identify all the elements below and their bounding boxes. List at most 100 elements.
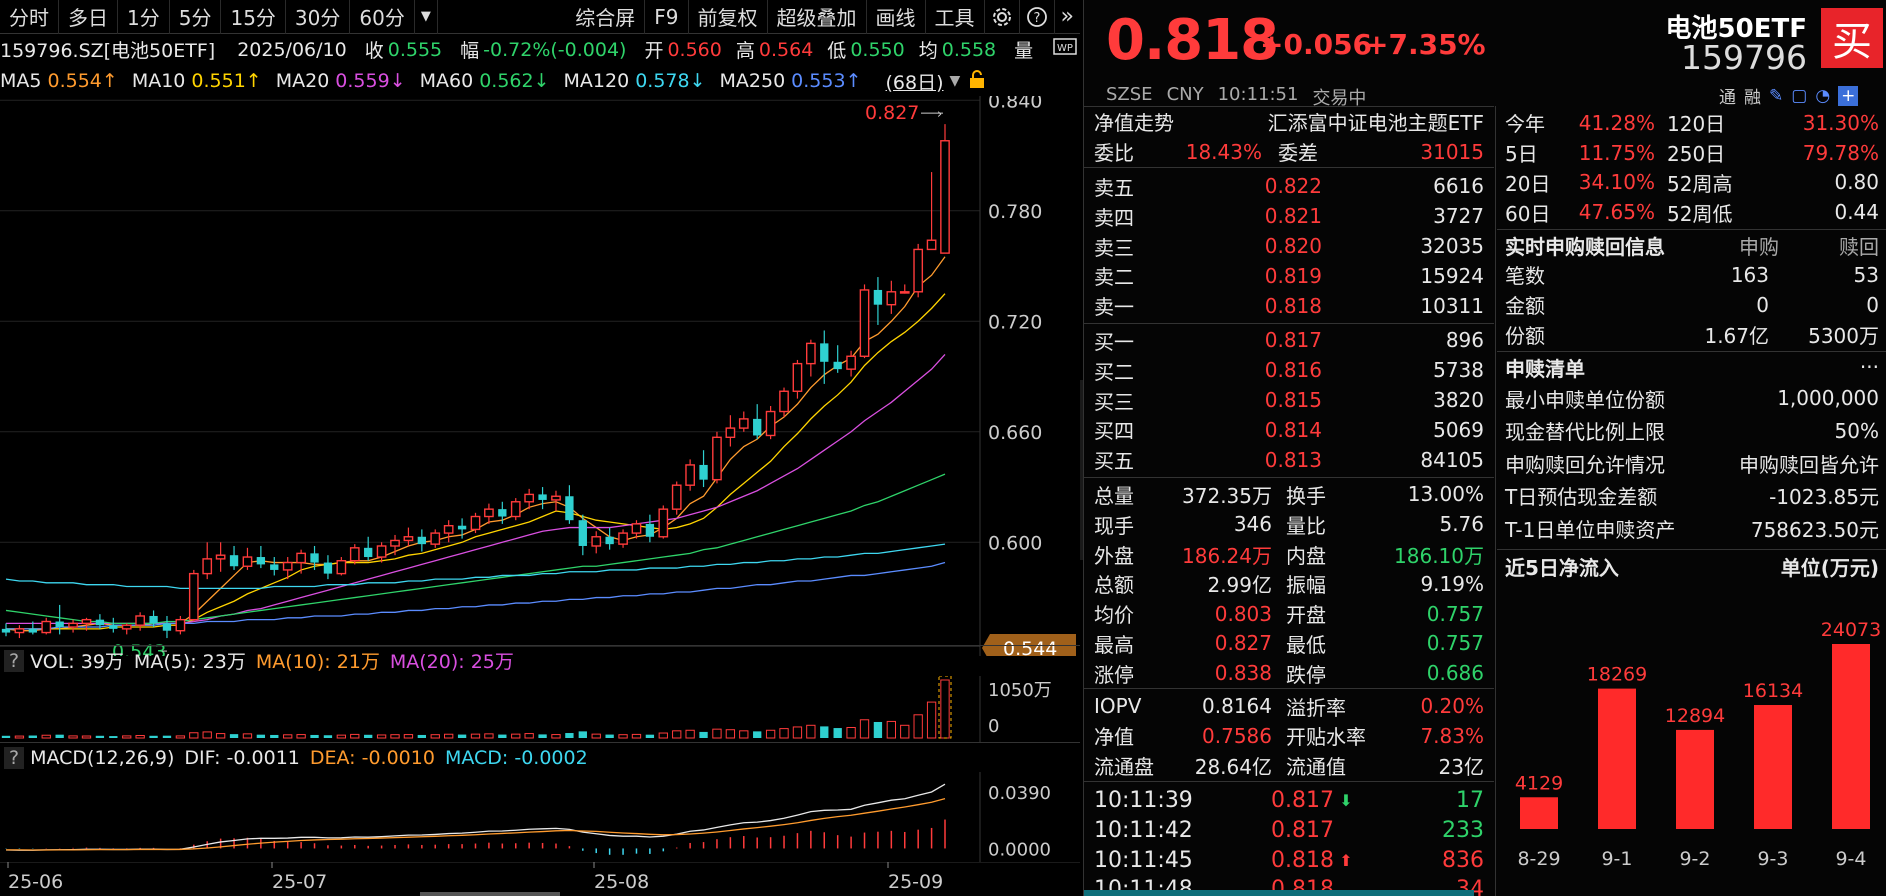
period-tab[interactable]: 分时: [0, 0, 59, 34]
order-level-row[interactable]: 卖一 0.818 10311: [1084, 291, 1494, 321]
inflow-unit: 单位(万元): [1780, 556, 1879, 581]
toolbar-action[interactable]: 综合屏: [566, 0, 646, 34]
candle-body: [417, 536, 427, 545]
tick-scrollbar[interactable]: [1084, 890, 1474, 896]
candle-body: [336, 560, 347, 575]
candle-body: [671, 484, 682, 510]
subscription-header: 实时申购赎回信息 申购 赎回: [1497, 230, 1886, 260]
stat-row: 最高 0.827 最低 0.757: [1084, 629, 1494, 659]
macd-chart[interactable]: 0.0390 0.0000: [0, 772, 1080, 862]
period-tab[interactable]: 多日: [59, 0, 118, 34]
toolbar-action[interactable]: 工具: [926, 0, 985, 34]
help-icon[interactable]: ?: [4, 746, 25, 769]
order-level-row[interactable]: 买四 0.814 5069: [1084, 415, 1494, 445]
period-dropdown-icon[interactable]: ▼: [950, 73, 961, 89]
order-level-row[interactable]: 卖二 0.819 15924: [1084, 261, 1494, 291]
candle-body: [282, 561, 293, 571]
volume-bar: [310, 734, 319, 738]
candle-body: [28, 628, 37, 633]
redemption-value: 1,000,000: [1777, 386, 1879, 411]
period-tab[interactable]: 60分: [350, 0, 415, 34]
settings-icon[interactable]: [985, 0, 1020, 34]
stat-row: 净值 0.7586 开贴水率 7.83%: [1084, 721, 1494, 751]
period-tab[interactable]: 15分: [221, 0, 286, 34]
more-icon[interactable]: ···: [1860, 355, 1879, 379]
collapse-icon[interactable]: »: [1055, 0, 1080, 34]
perf-value: 79.78%: [1802, 140, 1879, 165]
toolbar-action[interactable]: 前复权: [689, 0, 768, 34]
nav-row[interactable]: 净值走势 汇添富中证电池主题ETF: [1084, 107, 1494, 137]
wp-icon[interactable]: WP: [1053, 37, 1077, 62]
volume-chart[interactable]: 1050万 0: [0, 676, 1080, 742]
help-icon[interactable]: ?: [1020, 0, 1055, 34]
candle-body: [390, 539, 400, 547]
candle-body: [805, 342, 816, 365]
candle-body: [256, 557, 266, 565]
toolbar-action[interactable]: F9: [645, 0, 689, 34]
candle-body: [1, 628, 11, 633]
window-icon[interactable]: ▢: [1791, 86, 1807, 106]
order-level-row[interactable]: 卖五 0.822 6616: [1084, 172, 1494, 202]
y-tick-label: 0: [988, 716, 999, 737]
volume-bar: [149, 735, 158, 738]
candle-body: [229, 555, 239, 567]
toolbar-action[interactable]: 超级叠加: [768, 0, 867, 34]
stat-row: 总量 372.35万 换手 13.00%: [1084, 480, 1494, 510]
candle-body: [510, 501, 521, 518]
performance-row: 5日 11.75% 250日 79.78%: [1497, 138, 1886, 168]
order-level-row[interactable]: 买五 0.813 84105: [1084, 445, 1494, 475]
edit-icon[interactable]: ✎: [1769, 86, 1783, 106]
order-level-row[interactable]: 卖四 0.821 3727: [1084, 201, 1494, 231]
open-value: 0.560: [667, 38, 722, 61]
order-level-row[interactable]: 买二 0.816 5738: [1084, 355, 1494, 385]
perf-label: 250日: [1667, 142, 1726, 167]
weibi-label: 委比: [1094, 141, 1134, 166]
candle-body: [538, 494, 547, 500]
volume-bar: [457, 734, 467, 738]
stat-value: 186.10万: [1394, 543, 1484, 568]
performance-table: 今年 41.28% 120日 31.30% 5日 11.75% 250日 79.78% 20日 3…: [1497, 106, 1886, 227]
redemption-label: 最小申赎单位份额: [1505, 387, 1665, 412]
ma-name: MA120: [563, 70, 630, 92]
help-icon[interactable]: ?: [4, 649, 25, 672]
level-volume: 84105: [1420, 447, 1484, 472]
order-level-row[interactable]: 卖三 0.820 32035: [1084, 231, 1494, 261]
toolbar-action[interactable]: 画线: [867, 0, 926, 34]
volume-bar: [270, 734, 279, 738]
stat-value: 2.99亿: [1207, 573, 1272, 598]
level-volume: 5069: [1433, 417, 1484, 442]
chart-scrollbar[interactable]: [420, 892, 560, 896]
tag-rong: 融: [1744, 88, 1761, 108]
redeem-value: 53: [1853, 262, 1879, 287]
inflow-date-label: 9-1: [1601, 848, 1632, 870]
period-tab[interactable]: 1分: [118, 0, 170, 34]
kline-chart[interactable]: 0.8400.7800.7200.6600.6000.827 ›0.543 0.54…: [0, 96, 1080, 656]
add-icon[interactable]: +: [1838, 85, 1859, 106]
stat-label: 总额: [1094, 573, 1134, 598]
period-count[interactable]: (68日): [886, 68, 944, 95]
indicator-label: MA(10): 21万: [255, 651, 380, 673]
level-label: 卖三: [1094, 235, 1134, 260]
tick-volume: 836: [1442, 847, 1484, 873]
redemption-value: 50%: [1834, 418, 1879, 443]
period-tab[interactable]: 5分: [170, 0, 222, 34]
bell-icon[interactable]: ◔: [1815, 86, 1830, 106]
lock-icon[interactable]: [968, 69, 986, 94]
level-volume: 3727: [1433, 204, 1484, 229]
period-tab[interactable]: 30分: [286, 0, 351, 34]
level-price: 0.815: [1264, 388, 1322, 413]
order-level-row[interactable]: 买三 0.815 3820: [1084, 385, 1494, 415]
perf-label: 120日: [1667, 112, 1726, 137]
candle-body: [685, 464, 695, 486]
redeem-value: 5300万: [1808, 323, 1879, 348]
redemption-label: T-1日单位申赎资产: [1505, 517, 1676, 542]
buy-button[interactable]: 买: [1821, 8, 1883, 68]
level-label: 卖一: [1094, 295, 1134, 320]
x-tick-label: 25-08: [594, 871, 649, 893]
candle-body: [859, 289, 870, 357]
volume-bar: [323, 735, 333, 738]
order-level-row[interactable]: 买一 0.817 896: [1084, 326, 1494, 356]
candle-body: [605, 536, 614, 545]
tick-time: 10:11:45: [1094, 847, 1193, 873]
period-dropdown-icon[interactable]: ▼: [415, 0, 438, 34]
